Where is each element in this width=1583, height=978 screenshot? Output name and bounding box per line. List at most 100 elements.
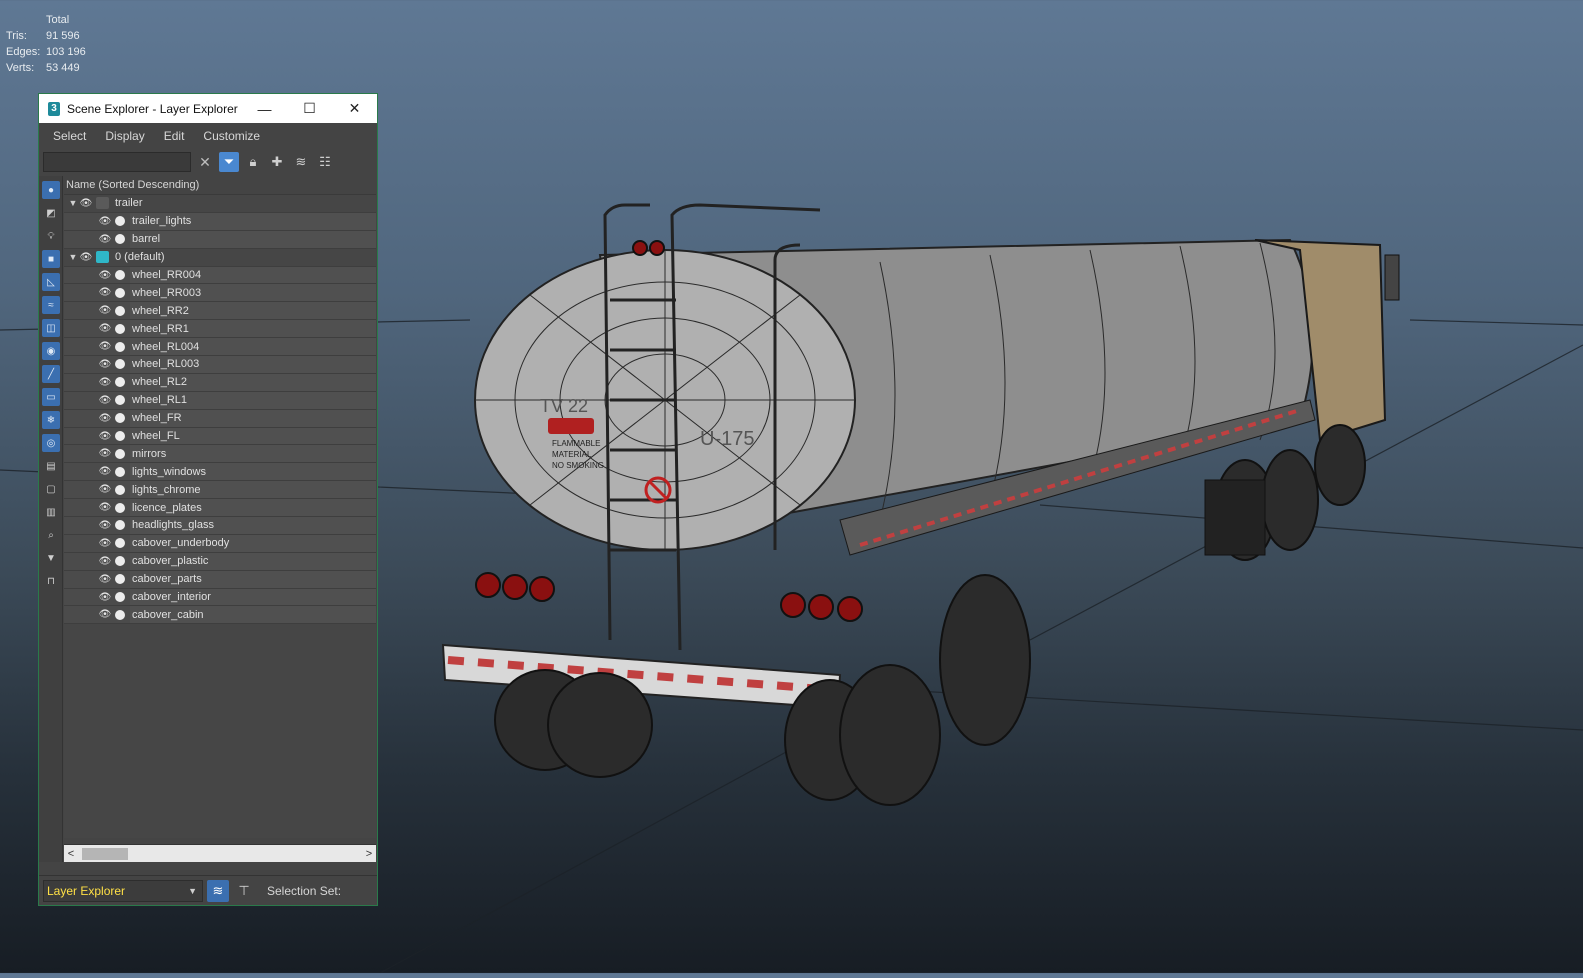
visibility-eye-icon[interactable]: 👁︎ xyxy=(98,305,112,316)
freeze-dot-icon[interactable] xyxy=(115,270,125,280)
object-row[interactable]: 👁︎ cabover_cabin xyxy=(64,606,376,625)
geometry-filter-icon[interactable]: ● xyxy=(42,181,60,199)
groups-filter-icon[interactable]: ◫ xyxy=(42,319,60,337)
visibility-eye-icon[interactable]: 👁︎ xyxy=(98,287,112,298)
find-icon[interactable]: ⌕ xyxy=(42,526,60,544)
filter-icon[interactable]: ⏷ xyxy=(219,152,239,172)
visibility-eye-icon[interactable]: 👁︎ xyxy=(98,592,112,603)
visibility-eye-icon[interactable]: 👁︎ xyxy=(98,413,112,424)
freeze-dot-icon[interactable] xyxy=(115,305,125,316)
object-row[interactable]: 👁︎ wheel_RR003 xyxy=(64,284,376,303)
object-row[interactable]: 👁︎ wheel_RL004 xyxy=(64,338,376,357)
freeze-dot-icon[interactable] xyxy=(115,484,125,495)
visibility-eye-icon[interactable]: 👁︎ xyxy=(98,538,112,549)
freeze-dot-icon[interactable] xyxy=(115,520,125,531)
layer-row[interactable]: ▼ 👁︎ trailer xyxy=(64,195,376,213)
close-button[interactable]: ✕ xyxy=(332,100,377,117)
visibility-eye-icon[interactable]: 👁︎ xyxy=(98,395,112,406)
object-row[interactable]: 👁︎ cabover_parts xyxy=(64,570,376,589)
visibility-eye-icon[interactable]: 👁︎ xyxy=(98,609,112,620)
freeze-dot-icon[interactable] xyxy=(115,413,125,424)
visibility-eye-icon[interactable]: 👁︎ xyxy=(79,198,93,209)
freeze-dot-icon[interactable] xyxy=(115,359,125,370)
visibility-eye-icon[interactable]: 👁︎ xyxy=(98,377,112,388)
object-row[interactable]: 👁︎ wheel_FR xyxy=(64,409,376,428)
clear-search-icon[interactable]: ✕ xyxy=(195,152,215,172)
expand-triangle-icon[interactable]: ▼ xyxy=(67,198,79,208)
freeze-dot-icon[interactable] xyxy=(115,395,125,406)
object-row[interactable]: 👁︎ wheel_RR004 xyxy=(64,266,376,285)
freeze-dot-icon[interactable] xyxy=(115,323,125,334)
search-input[interactable] xyxy=(43,152,191,172)
object-row[interactable]: 👁︎ cabover_plastic xyxy=(64,552,376,571)
visibility-eye-icon[interactable]: 👁︎ xyxy=(98,466,112,477)
menu-select[interactable]: Select xyxy=(53,129,86,143)
menu-edit[interactable]: Edit xyxy=(164,129,185,143)
shapes-filter-icon[interactable]: ◩ xyxy=(42,204,60,222)
object-row[interactable]: 👁︎ headlights_glass xyxy=(64,517,376,535)
hidden-filter-icon[interactable]: ◎ xyxy=(42,434,60,452)
freeze-dot-icon[interactable] xyxy=(115,448,125,459)
object-row[interactable]: 👁︎ lights_windows xyxy=(64,463,376,482)
freeze-dot-icon[interactable] xyxy=(115,466,125,477)
funnel-icon[interactable]: ▼ xyxy=(42,549,60,567)
scene-explorer-window[interactable]: 3 Scene Explorer - Layer Explorer — ☐ ✕ … xyxy=(38,93,378,906)
sort-by-hierarchy-icon[interactable]: ⊤ xyxy=(233,880,255,902)
object-row[interactable]: 👁︎ wheel_RR2 xyxy=(64,302,376,321)
sets-icon[interactable]: ⊓ xyxy=(42,572,60,590)
lights-filter-icon[interactable]: 💡︎ xyxy=(42,227,60,245)
lock-icon[interactable]: 🔒︎ xyxy=(243,152,263,172)
invert-display-icon[interactable]: ▥ xyxy=(42,503,60,521)
frozen-filter-icon[interactable]: ❄ xyxy=(42,411,60,429)
visibility-eye-icon[interactable]: 👁︎ xyxy=(98,431,112,442)
freeze-dot-icon[interactable] xyxy=(115,556,125,567)
freeze-dot-icon[interactable] xyxy=(115,377,125,388)
visibility-eye-icon[interactable]: 👁︎ xyxy=(98,448,112,459)
visibility-eye-icon[interactable]: 👁︎ xyxy=(98,502,112,513)
xrefs-filter-icon[interactable]: ◉ xyxy=(42,342,60,360)
minimize-button[interactable]: — xyxy=(242,101,287,117)
display-all-icon[interactable]: ▤ xyxy=(42,457,60,475)
cameras-filter-icon[interactable]: ■ xyxy=(42,250,60,268)
freeze-dot-icon[interactable] xyxy=(115,431,125,442)
window-titlebar[interactable]: 3 Scene Explorer - Layer Explorer — ☐ ✕ xyxy=(39,94,377,123)
visibility-eye-icon[interactable]: 👁︎ xyxy=(98,323,112,334)
sort-by-layer-icon[interactable]: ≋ xyxy=(207,879,229,902)
visibility-eye-icon[interactable]: 👁︎ xyxy=(79,252,93,263)
object-row[interactable]: 👁︎ wheel_RL1 xyxy=(64,391,376,410)
object-row[interactable]: 👁︎ wheel_FL xyxy=(64,427,376,446)
freeze-dot-icon[interactable] xyxy=(115,341,125,352)
maximize-button[interactable]: ☐ xyxy=(287,100,332,117)
freeze-dot-icon[interactable] xyxy=(115,538,125,549)
object-row[interactable]: 👁︎ cabover_underbody xyxy=(64,534,376,553)
object-row[interactable]: 👁︎ mirrors xyxy=(64,445,376,464)
column-header[interactable]: Name (Sorted Descending) xyxy=(64,176,376,195)
visibility-eye-icon[interactable]: 👁︎ xyxy=(98,341,112,352)
bones-filter-icon[interactable]: ╱ xyxy=(42,365,60,383)
object-row[interactable]: 👁︎ lights_chrome xyxy=(64,481,376,500)
freeze-dot-icon[interactable] xyxy=(115,592,125,603)
visibility-eye-icon[interactable]: 👁︎ xyxy=(98,574,112,585)
object-row[interactable]: 👁︎ wheel_RL2 xyxy=(64,373,376,392)
layers-stack-icon[interactable]: ≋ xyxy=(291,152,311,172)
visibility-eye-icon[interactable]: 👁︎ xyxy=(98,520,112,531)
object-row[interactable]: 👁︎ trailer_lights xyxy=(64,212,376,231)
layer-tree[interactable]: Name (Sorted Descending) ▼ 👁︎ trailer 👁︎ tra… xyxy=(64,176,376,838)
display-none-icon[interactable]: ▢ xyxy=(42,480,60,498)
object-row[interactable]: 👁︎ licence_plates xyxy=(64,499,376,518)
object-row[interactable]: 👁︎ barrel xyxy=(64,230,376,249)
expand-triangle-icon[interactable]: ▼ xyxy=(67,252,79,262)
explorer-dropdown[interactable]: Layer Explorer ▼ xyxy=(43,879,203,902)
freeze-dot-icon[interactable] xyxy=(115,502,125,513)
object-row[interactable]: 👁︎ cabover_interior xyxy=(64,588,376,607)
visibility-eye-icon[interactable]: 👁︎ xyxy=(98,484,112,495)
add-layer-icon[interactable]: ✚ xyxy=(267,152,287,172)
horizontal-scrollbar[interactable]: < > xyxy=(64,844,376,862)
helpers-filter-icon[interactable]: ◺ xyxy=(42,273,60,291)
visibility-eye-icon[interactable]: 👁︎ xyxy=(98,216,112,227)
scroll-thumb[interactable] xyxy=(82,847,128,860)
object-row[interactable]: 👁︎ wheel_RL003 xyxy=(64,356,376,374)
visibility-eye-icon[interactable]: 👁︎ xyxy=(98,359,112,370)
freeze-dot-icon[interactable] xyxy=(115,609,125,620)
spacewarps-filter-icon[interactable]: ≈ xyxy=(42,296,60,314)
